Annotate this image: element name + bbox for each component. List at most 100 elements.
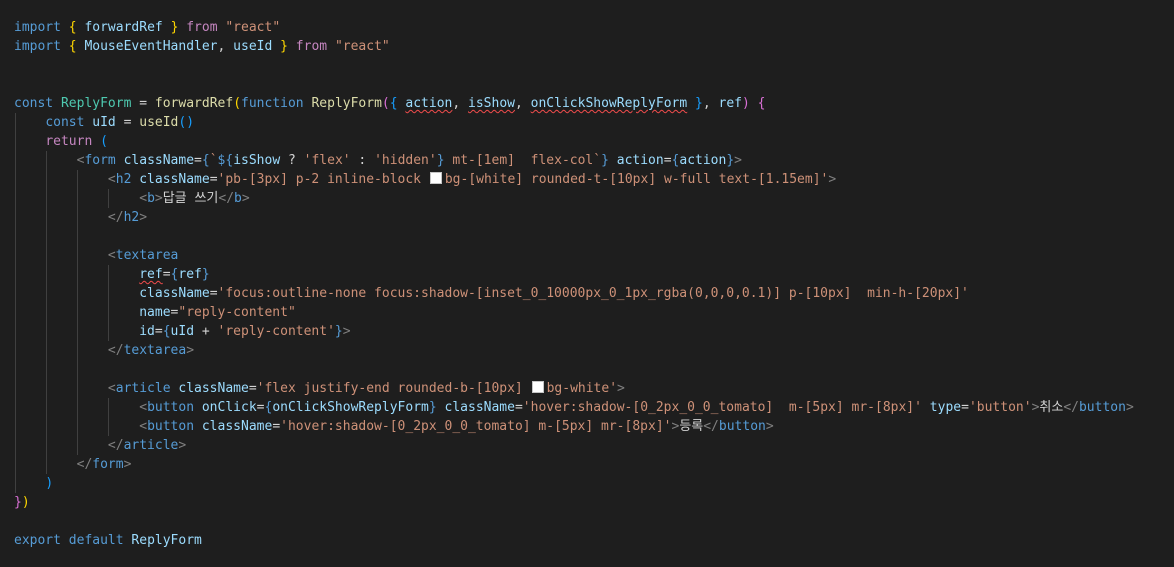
- indent-guide: [108, 265, 109, 341]
- code-token: uId: [170, 324, 195, 339]
- code-line[interactable]: <form className={`${isShow ? 'flex' : 'h…: [14, 151, 742, 170]
- code-token: const: [14, 96, 54, 111]
- code-token: +: [194, 324, 218, 339]
- code-line[interactable]: <button onClick={onClickShowReplyForm} c…: [14, 398, 1134, 417]
- code-token: button: [718, 419, 766, 434]
- code-token: isShow: [233, 153, 281, 168]
- code-token: =: [115, 115, 140, 130]
- code-token: =: [162, 267, 171, 282]
- code-token: bg-[white] rounded-t-[10px] w-full text-…: [444, 172, 829, 187]
- code-token: </: [703, 419, 719, 434]
- indent-guide: [77, 170, 78, 455]
- code-token: <: [107, 248, 116, 263]
- code-line[interactable]: ): [14, 474, 53, 493]
- color-swatch-icon[interactable]: [531, 381, 544, 393]
- code-line[interactable]: <article className='flex justify-end rou…: [14, 379, 625, 398]
- code-token: =: [154, 324, 163, 339]
- code-token: 'hover:shadow-[0_2px_0_0_tomato] m-[5px]…: [280, 419, 672, 434]
- code-token: className: [201, 419, 273, 434]
- code-token: ref: [178, 267, 202, 282]
- code-token: ,: [217, 39, 234, 54]
- code-line[interactable]: </h2>: [14, 208, 147, 227]
- code-line[interactable]: </article>: [14, 436, 186, 455]
- code-line[interactable]: return (: [14, 132, 108, 151]
- code-token: default: [68, 533, 124, 548]
- code-token: </: [107, 343, 124, 358]
- code-line[interactable]: </form>: [14, 455, 132, 474]
- code-token: `: [209, 153, 218, 168]
- code-token: import: [14, 39, 61, 54]
- code-line[interactable]: ref={ref}: [14, 265, 210, 284]
- code-line[interactable]: import { forwardRef } from "react": [14, 18, 280, 37]
- code-token: >: [828, 172, 837, 187]
- code-token: className: [178, 381, 249, 396]
- code-line[interactable]: <textarea: [14, 246, 178, 265]
- code-token: ReplyForm: [311, 96, 382, 111]
- code-token: className: [444, 400, 515, 415]
- code-token: from: [186, 20, 218, 35]
- code-token: button: [147, 400, 195, 415]
- code-line[interactable]: </textarea>: [14, 341, 194, 360]
- indent-guide: [46, 151, 47, 474]
- code-token: =: [194, 153, 202, 168]
- code-token: "react": [334, 39, 390, 54]
- code-line[interactable]: }): [14, 493, 30, 512]
- code-token: {: [201, 153, 210, 168]
- code-token: 'hover:shadow-[0_2px_0_0_tomato] m-[5px]…: [522, 400, 922, 415]
- code-token: bg-white': [546, 381, 618, 396]
- code-token: action: [616, 153, 664, 168]
- code-token: =: [248, 381, 257, 396]
- code-line[interactable]: export default ReplyForm: [14, 531, 202, 550]
- code-line[interactable]: const uId = useId(): [14, 113, 194, 132]
- code-token-with-error: ref: [139, 267, 163, 282]
- code-token-with-error: action: [405, 96, 453, 111]
- code-token: button: [147, 419, 195, 434]
- code-token: (): [178, 115, 195, 130]
- code-token: type: [929, 400, 962, 415]
- code-token: }: [726, 153, 735, 168]
- code-token: useId: [233, 39, 273, 54]
- code-token: 등록: [679, 419, 704, 434]
- code-token: className: [139, 286, 210, 301]
- code-token: }: [436, 153, 445, 168]
- code-token: action: [679, 153, 727, 168]
- code-token: id: [139, 324, 155, 339]
- code-token: :: [350, 153, 375, 168]
- code-token: article: [123, 438, 179, 453]
- code-line[interactable]: id={uId + 'reply-content'}>: [14, 322, 350, 341]
- code-line[interactable]: <b>답글 쓰기</b>: [14, 189, 249, 208]
- code-token: (: [381, 96, 390, 111]
- code-token: </: [218, 191, 235, 206]
- code-token: name: [139, 305, 171, 320]
- code-editor[interactable]: import { forwardRef } from "react" import…: [0, 0, 1174, 567]
- code-line[interactable]: <button className='hover:shadow-[0_2px_0…: [14, 417, 773, 436]
- code-line[interactable]: const ReplyForm = forwardRef(function Re…: [14, 94, 765, 113]
- code-line[interactable]: className='focus:outline-none focus:shad…: [14, 284, 969, 303]
- code-line[interactable]: name="reply-content": [14, 303, 296, 322]
- code-token: }: [601, 153, 609, 168]
- color-swatch-icon[interactable]: [429, 172, 442, 184]
- code-token: ): [45, 476, 54, 491]
- code-token: button: [1078, 400, 1126, 415]
- code-token: }: [201, 267, 210, 282]
- code-token: ,: [702, 96, 719, 111]
- code-token: textarea: [123, 343, 187, 358]
- code-line[interactable]: import { MouseEventHandler, useId } from…: [14, 37, 390, 56]
- code-token: ,: [452, 96, 469, 111]
- code-token: >: [734, 153, 742, 168]
- code-token: 'flex justify-end rounded-b-[10px]: [256, 381, 531, 396]
- code-token: h2: [123, 210, 140, 225]
- code-line[interactable]: <h2 className='pb-[3px] p-2 inline-block…: [14, 170, 836, 189]
